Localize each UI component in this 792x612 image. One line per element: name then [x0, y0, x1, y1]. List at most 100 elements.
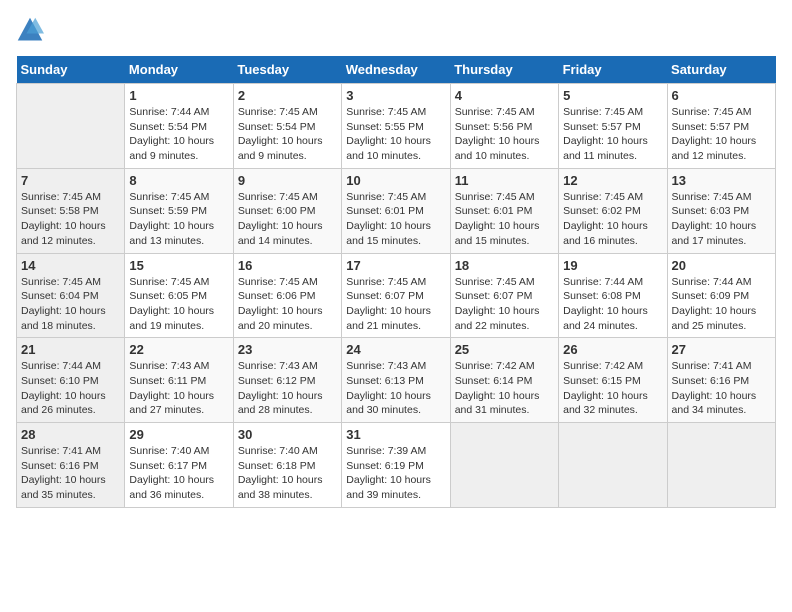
day-info: Sunrise: 7:45 AMSunset: 5:56 PMDaylight:…	[455, 105, 554, 164]
day-info: Sunrise: 7:44 AMSunset: 6:10 PMDaylight:…	[21, 359, 120, 418]
day-number: 29	[129, 427, 228, 442]
day-number: 7	[21, 173, 120, 188]
day-number: 10	[346, 173, 445, 188]
day-number: 1	[129, 88, 228, 103]
day-cell: 27 Sunrise: 7:41 AMSunset: 6:16 PMDayligh…	[667, 338, 775, 423]
header-cell-thursday: Thursday	[450, 56, 558, 84]
day-number: 22	[129, 342, 228, 357]
day-cell: 9 Sunrise: 7:45 AMSunset: 6:00 PMDaylight…	[233, 168, 341, 253]
week-row-4: 21Sunrise: 7:44 AMSunset: 6:10 PMDayligh…	[17, 338, 776, 423]
header-cell-wednesday: Wednesday	[342, 56, 450, 84]
day-number: 25	[455, 342, 554, 357]
day-cell: 22 Sunrise: 7:43 AMSunset: 6:11 PMDayligh…	[125, 338, 233, 423]
day-cell: 14 Sunrise: 7:45 AMSunset: 6:04 PMDayligh…	[17, 253, 125, 338]
day-cell: 16 Sunrise: 7:45 AMSunset: 6:06 PMDayligh…	[233, 253, 341, 338]
day-info: Sunrise: 7:41 AMSunset: 6:16 PMDaylight:…	[672, 359, 771, 418]
page-header	[16, 16, 776, 44]
day-number: 28	[21, 427, 120, 442]
day-info: Sunrise: 7:44 AMSunset: 6:09 PMDaylight:…	[672, 275, 771, 334]
day-cell	[667, 423, 775, 508]
logo-icon	[16, 16, 44, 44]
calendar-table: SundayMondayTuesdayWednesdayThursdayFrid…	[16, 56, 776, 508]
day-cell: 30 Sunrise: 7:40 AMSunset: 6:18 PMDayligh…	[233, 423, 341, 508]
day-number: 18	[455, 258, 554, 273]
day-cell	[559, 423, 667, 508]
header-cell-tuesday: Tuesday	[233, 56, 341, 84]
day-number: 5	[563, 88, 662, 103]
day-cell: 6Sunrise: 7:45 AMSunset: 5:57 PMDaylight…	[667, 84, 775, 169]
day-cell: 19Sunrise: 7:44 AMSunset: 6:08 PMDayligh…	[559, 253, 667, 338]
day-info: Sunrise: 7:45 AMSunset: 5:55 PMDaylight:…	[346, 105, 445, 164]
day-cell: 20 Sunrise: 7:44 AMSunset: 6:09 PMDayligh…	[667, 253, 775, 338]
day-cell: 2 Sunrise: 7:45 AMSunset: 5:54 PMDaylight…	[233, 84, 341, 169]
day-info: Sunrise: 7:45 AMSunset: 5:59 PMDaylight:…	[129, 190, 228, 249]
day-info: Sunrise: 7:43 AMSunset: 6:12 PMDaylight:…	[238, 359, 337, 418]
day-info: Sunrise: 7:39 AMSunset: 6:19 PMDaylight:…	[346, 444, 445, 503]
day-number: 27	[672, 342, 771, 357]
day-info: Sunrise: 7:45 AMSunset: 6:00 PMDaylight:…	[238, 190, 337, 249]
day-cell: 10 Sunrise: 7:45 AMSunset: 6:01 PMDayligh…	[342, 168, 450, 253]
day-info: Sunrise: 7:45 AMSunset: 6:06 PMDaylight:…	[238, 275, 337, 334]
day-info: Sunrise: 7:43 AMSunset: 6:13 PMDaylight:…	[346, 359, 445, 418]
day-cell: 15 Sunrise: 7:45 AMSunset: 6:05 PMDayligh…	[125, 253, 233, 338]
calendar-body: 1Sunrise: 7:44 AMSunset: 5:54 PMDaylight…	[17, 84, 776, 508]
day-info: Sunrise: 7:41 AMSunset: 6:16 PMDaylight:…	[21, 444, 120, 503]
day-cell: 18 Sunrise: 7:45 AMSunset: 6:07 PMDayligh…	[450, 253, 558, 338]
day-cell: 28 Sunrise: 7:41 AMSunset: 6:16 PMDayligh…	[17, 423, 125, 508]
day-number: 20	[672, 258, 771, 273]
header-cell-sunday: Sunday	[17, 56, 125, 84]
day-cell: 1Sunrise: 7:44 AMSunset: 5:54 PMDaylight…	[125, 84, 233, 169]
day-info: Sunrise: 7:45 AMSunset: 5:57 PMDaylight:…	[672, 105, 771, 164]
day-info: Sunrise: 7:40 AMSunset: 6:17 PMDaylight:…	[129, 444, 228, 503]
day-info: Sunrise: 7:44 AMSunset: 6:08 PMDaylight:…	[563, 275, 662, 334]
day-number: 13	[672, 173, 771, 188]
day-number: 17	[346, 258, 445, 273]
week-row-3: 14 Sunrise: 7:45 AMSunset: 6:04 PMDayligh…	[17, 253, 776, 338]
day-cell: 3 Sunrise: 7:45 AMSunset: 5:55 PMDaylight…	[342, 84, 450, 169]
day-cell	[17, 84, 125, 169]
day-info: Sunrise: 7:40 AMSunset: 6:18 PMDaylight:…	[238, 444, 337, 503]
day-cell	[450, 423, 558, 508]
day-info: Sunrise: 7:45 AMSunset: 6:03 PMDaylight:…	[672, 190, 771, 249]
day-info: Sunrise: 7:45 AMSunset: 6:07 PMDaylight:…	[455, 275, 554, 334]
day-cell: 21Sunrise: 7:44 AMSunset: 6:10 PMDayligh…	[17, 338, 125, 423]
day-cell: 25Sunrise: 7:42 AMSunset: 6:14 PMDayligh…	[450, 338, 558, 423]
day-info: Sunrise: 7:43 AMSunset: 6:11 PMDaylight:…	[129, 359, 228, 418]
day-number: 15	[129, 258, 228, 273]
header-cell-monday: Monday	[125, 56, 233, 84]
header-cell-friday: Friday	[559, 56, 667, 84]
day-cell: 26Sunrise: 7:42 AMSunset: 6:15 PMDayligh…	[559, 338, 667, 423]
day-number: 16	[238, 258, 337, 273]
day-number: 24	[346, 342, 445, 357]
week-row-5: 28 Sunrise: 7:41 AMSunset: 6:16 PMDayligh…	[17, 423, 776, 508]
day-info: Sunrise: 7:45 AMSunset: 5:54 PMDaylight:…	[238, 105, 337, 164]
day-number: 9	[238, 173, 337, 188]
day-number: 12	[563, 173, 662, 188]
day-cell: 8 Sunrise: 7:45 AMSunset: 5:59 PMDaylight…	[125, 168, 233, 253]
calendar-header: SundayMondayTuesdayWednesdayThursdayFrid…	[17, 56, 776, 84]
day-info: Sunrise: 7:45 AMSunset: 6:07 PMDaylight:…	[346, 275, 445, 334]
day-cell: 29 Sunrise: 7:40 AMSunset: 6:17 PMDayligh…	[125, 423, 233, 508]
day-number: 30	[238, 427, 337, 442]
day-cell: 23 Sunrise: 7:43 AMSunset: 6:12 PMDayligh…	[233, 338, 341, 423]
day-info: Sunrise: 7:45 AMSunset: 6:04 PMDaylight:…	[21, 275, 120, 334]
day-number: 14	[21, 258, 120, 273]
day-cell: 24 Sunrise: 7:43 AMSunset: 6:13 PMDayligh…	[342, 338, 450, 423]
day-number: 23	[238, 342, 337, 357]
day-info: Sunrise: 7:45 AMSunset: 6:01 PMDaylight:…	[346, 190, 445, 249]
day-number: 11	[455, 173, 554, 188]
day-number: 26	[563, 342, 662, 357]
day-number: 3	[346, 88, 445, 103]
day-cell: 4Sunrise: 7:45 AMSunset: 5:56 PMDaylight…	[450, 84, 558, 169]
day-cell: 11Sunrise: 7:45 AMSunset: 6:01 PMDayligh…	[450, 168, 558, 253]
day-cell: 12Sunrise: 7:45 AMSunset: 6:02 PMDayligh…	[559, 168, 667, 253]
day-cell: 13 Sunrise: 7:45 AMSunset: 6:03 PMDayligh…	[667, 168, 775, 253]
day-number: 2	[238, 88, 337, 103]
day-info: Sunrise: 7:45 AMSunset: 5:58 PMDaylight:…	[21, 190, 120, 249]
day-cell: 17 Sunrise: 7:45 AMSunset: 6:07 PMDayligh…	[342, 253, 450, 338]
day-info: Sunrise: 7:45 AMSunset: 6:05 PMDaylight:…	[129, 275, 228, 334]
logo	[16, 16, 48, 44]
day-info: Sunrise: 7:45 AMSunset: 5:57 PMDaylight:…	[563, 105, 662, 164]
day-number: 31	[346, 427, 445, 442]
day-number: 8	[129, 173, 228, 188]
